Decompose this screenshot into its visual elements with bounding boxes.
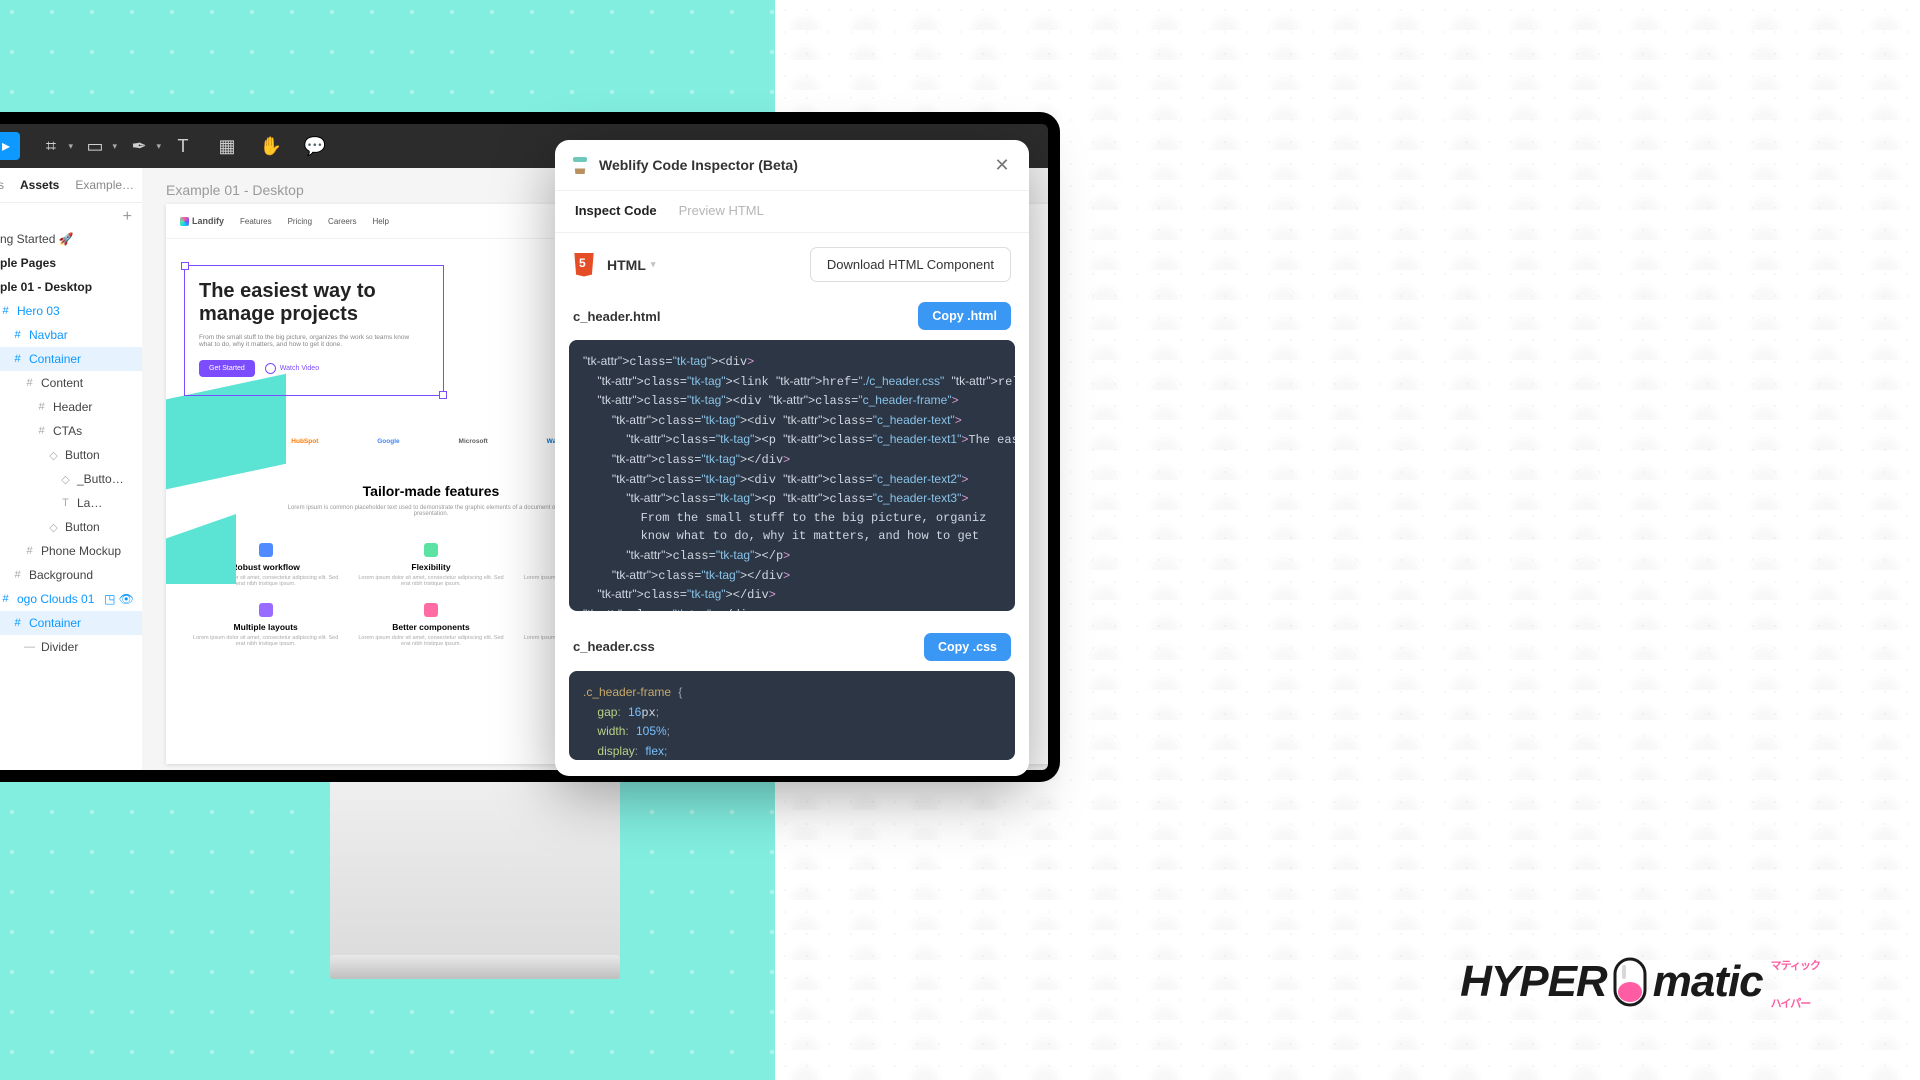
layer-item[interactable]: #Navbar — [0, 323, 142, 347]
layer-item[interactable]: #Header — [0, 395, 142, 419]
download-button[interactable]: Download HTML Component — [810, 247, 1011, 282]
monitor-stand — [330, 778, 620, 958]
copy-html-button[interactable]: Copy .html — [918, 302, 1011, 330]
hypermatic-word2: matic — [1653, 957, 1763, 1007]
layer-item[interactable]: —Divider — [0, 635, 142, 659]
tab-inspect-code[interactable]: Inspect Code — [575, 203, 657, 218]
layer-item[interactable]: ◇Button — [0, 515, 142, 539]
layers-panel: rs Assets Example… + ng Started 🚀ple Pag… — [0, 168, 142, 770]
add-page-button[interactable]: + — [123, 208, 132, 226]
plugin-title: Weblify Code Inspector (Beta) — [599, 157, 798, 173]
layer-item[interactable]: #Container — [0, 347, 142, 371]
pen-tool[interactable]: ✒ — [126, 133, 152, 159]
text-tool[interactable]: T — [170, 133, 196, 159]
layer-item[interactable]: ple Pages — [0, 251, 142, 275]
comment-tool[interactable]: 💬 — [302, 133, 328, 159]
layer-item[interactable]: ◇Button — [0, 443, 142, 467]
css-code-block[interactable]: .c_header-frame { gap: 16px; width: 105%… — [569, 671, 1015, 760]
layer-item[interactable]: #Hero 03 — [0, 299, 142, 323]
tab-preview-html[interactable]: Preview HTML — [679, 203, 764, 218]
layer-item[interactable]: #Phone Mockup — [0, 539, 142, 563]
hand-tool[interactable]: ✋ — [258, 133, 284, 159]
tab-layers[interactable]: rs — [0, 178, 4, 192]
close-icon[interactable]: ✕ — [991, 154, 1013, 176]
monitor-foot — [330, 955, 620, 979]
hypermatic-logo: HYPER matic マティックハイパー — [1460, 954, 1820, 1010]
frame-label[interactable]: Example 01 - Desktop — [166, 182, 304, 198]
frame-tool[interactable]: ⌗ — [38, 133, 64, 159]
resources-tool[interactable]: ▦ — [214, 133, 240, 159]
tab-assets[interactable]: Assets — [20, 178, 59, 192]
hypermatic-word1: HYPER — [1460, 957, 1607, 1007]
pill-icon — [1611, 955, 1649, 1009]
layer-item[interactable]: ◇_Butto… — [0, 467, 142, 491]
tab-page[interactable]: Example… — [75, 178, 134, 192]
copy-css-button[interactable]: Copy .css — [924, 633, 1011, 661]
layer-item[interactable]: #ogo Clouds 01◳ 👁 — [0, 587, 142, 611]
plugin-cup-icon — [571, 154, 589, 176]
layer-item[interactable]: #Content — [0, 371, 142, 395]
layer-item[interactable]: #Background — [0, 563, 142, 587]
layer-item[interactable]: ple 01 - Desktop — [0, 275, 142, 299]
layer-item[interactable]: #Container — [0, 611, 142, 635]
html-filename: c_header.html — [573, 309, 660, 324]
layer-item[interactable]: TLa… — [0, 491, 142, 515]
move-tool[interactable]: ▸ — [0, 132, 20, 160]
html5-icon — [573, 253, 595, 277]
format-select[interactable]: HTML — [607, 257, 655, 273]
html-code-block[interactable]: "tk-attr">class="tk-tag"><div> "tk-attr"… — [569, 340, 1015, 611]
shape-tool[interactable]: ▭ — [82, 133, 108, 159]
weblify-plugin-dialog: Weblify Code Inspector (Beta) ✕ Inspect … — [555, 140, 1029, 776]
layer-item[interactable]: #CTAs — [0, 419, 142, 443]
layer-item[interactable]: ng Started 🚀 — [0, 227, 142, 251]
css-filename: c_header.css — [573, 639, 655, 654]
